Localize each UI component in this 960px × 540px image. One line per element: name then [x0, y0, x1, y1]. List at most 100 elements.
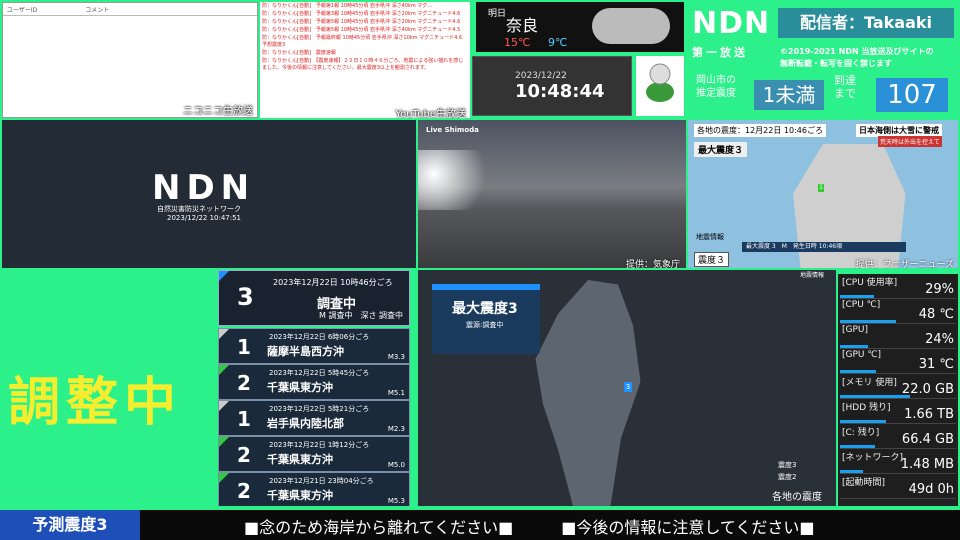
- quake-item[interactable]: 2023年12月22日 6時06分ごろ 1 薩摩半島西方沖 M3.3: [218, 328, 410, 364]
- col-user: ユーザーID: [7, 7, 38, 14]
- quake-place: 千葉県東方沖: [267, 489, 333, 502]
- stat-value: 48 ℃: [918, 307, 954, 322]
- clock-date: 2023/12/22: [515, 71, 567, 81]
- stat-value: 49d 0h: [908, 482, 954, 497]
- message-log: 防：なりかくん[自動] 予報第1報 10時45分頃 岩手県沖 深さ40km マグ…: [260, 2, 470, 118]
- intensity-point: 1: [818, 184, 824, 192]
- sun-glare: [418, 150, 498, 210]
- stat-bar: [840, 345, 868, 348]
- epicenter-point: 3: [624, 382, 632, 392]
- ndn-header: NDN 配信者：Takaaki 第一放送 ©2019-2021 NDN 当放送及…: [688, 2, 958, 116]
- arrival-label: 到達 まで: [834, 74, 856, 100]
- quake-time: 2023年12月22日 6時06分ごろ: [269, 333, 370, 341]
- comment-panel: ユーザーID コメント ニコニコ生放送: [2, 2, 258, 118]
- stat-key: [C: 残り]: [842, 428, 880, 438]
- message-log-label: YouTube生放送: [395, 109, 466, 119]
- intensity-map-label: 地震情報: [696, 233, 724, 241]
- stat-bar: [840, 295, 874, 298]
- quake-magnitude: M5.0: [387, 461, 405, 469]
- intensity-map-max: 最大震度３: [694, 142, 748, 157]
- epicenter-map: 地震情報 最大震度3 震源:調査中 3 震度3 震度2 各地の震度: [418, 270, 836, 506]
- stat-key: [ネットワーク]: [842, 453, 904, 463]
- quake-list: 2023年12月22日 10時46分ごろ 3 調査中 M 調査中 深さ 調査中 2023…: [214, 270, 414, 506]
- stat-key: [CPU 使用率]: [842, 278, 898, 288]
- map-card: 最大震度3 震源:調査中: [432, 284, 540, 354]
- stat-value: 29%: [925, 282, 954, 297]
- legend-item-3: 震度3: [778, 461, 797, 469]
- stat-value: 24%: [925, 332, 954, 347]
- stat-key: [起動時間]: [842, 478, 886, 488]
- stat-bar: [840, 445, 875, 448]
- weather-high: 15℃: [504, 36, 531, 49]
- arrival-label-1: 到達: [834, 74, 856, 87]
- quake-color-mark: [219, 365, 229, 375]
- stat-row: [CPU 使用率] 29%: [840, 274, 956, 299]
- comment-panel-label: ニコニコ生放送: [183, 106, 253, 117]
- live-camera: Live Shimoda 提供：気象庁: [418, 120, 686, 268]
- cloud-icon: [592, 8, 670, 44]
- quake-item[interactable]: 2023年12月21日 23時04分ごろ 2 千葉県東方沖 M5.3: [218, 472, 410, 506]
- okayama-intensity-label: 岡山市の 推定震度: [696, 74, 736, 100]
- quake-color-mark: [219, 437, 229, 447]
- quake-intensity: 2: [237, 479, 251, 503]
- message-item: 防：なりかくん[自動] 予報第5報 10時45分頃 岩手県沖 深さ20km マグ…: [262, 19, 461, 25]
- quake-intensity: 1: [237, 335, 251, 359]
- predicted-intensity-label: 予測震度3: [0, 510, 140, 540]
- copyright-line-2: 無断転載・転写を固く禁じます: [780, 59, 892, 68]
- ndn-video-subtitle: 自然災害防災ネットワーク: [157, 205, 241, 213]
- stat-key: [メモリ 使用]: [842, 378, 897, 388]
- quake-place: 千葉県東方沖: [267, 381, 333, 394]
- deliverer-label: 配信者：Takaaki: [778, 8, 954, 38]
- quake-place: 薩摩半島西方沖: [267, 345, 344, 358]
- message-item: 防：なりかくん[自動] 予報第3報 10時45分頃 岩手県沖 深さ20km マグ…: [262, 11, 461, 17]
- intensity-map-credit: 提供：ウェザーニューズ: [855, 260, 954, 268]
- message-item: 防：なりかくん[自動] 予報第1報 10時45分頃 岩手県沖 深さ40km マグ…: [262, 3, 433, 9]
- ndn-video: NDN 自然災害防災ネットワーク 2023/12/22 10:47:51: [2, 120, 416, 268]
- copyright: ©2019-2021 NDN 当放送及びサイトの 無断転載・転写を固く禁じます: [780, 46, 956, 70]
- snow-warning-sub: 荒天時は外出を控えて: [878, 136, 942, 147]
- quake-time: 2023年12月21日 23時04分ごろ: [269, 477, 374, 485]
- quake-magnitude: M 調査中 深さ 調査中: [319, 311, 403, 320]
- stat-bar: [840, 370, 876, 373]
- stat-row: [起動時間] 49d 0h: [840, 474, 956, 499]
- quake-time: 2023年12月22日 1時12分ごろ: [269, 441, 370, 449]
- legend-item-2: 震度2: [778, 473, 797, 481]
- stat-key: [CPU ℃]: [842, 300, 881, 310]
- copyright-line-1: ©2019-2021 NDN 当放送及びサイトの: [780, 47, 934, 56]
- first-broadcast-label: 第一放送: [692, 46, 748, 59]
- quake-place: 千葉県東方沖: [267, 453, 333, 466]
- quake-place: 岩手県内陸北部: [267, 417, 344, 430]
- quake-item[interactable]: 2023年12月22日 1時12分ごろ 2 千葉県東方沖 M5.0: [218, 436, 410, 472]
- ticker-text: ■念のため海岸から離れてください■ ■今後の情報に注意してください■: [244, 518, 815, 537]
- map-card-title: 最大震度3: [452, 301, 518, 317]
- quake-item[interactable]: 2023年12月22日 10時46分ごろ 3 調査中 M 調査中 深さ 調査中: [218, 270, 410, 326]
- map-credit: 地震情報: [800, 272, 825, 279]
- stat-value: 22.0 GB: [901, 382, 954, 397]
- mascot-image: [636, 56, 684, 116]
- intensity-map: 各地の震度：12月22日 10:46ごろ 日本海側は大雪に警戒 荒天時は外出を控…: [688, 120, 958, 268]
- quake-intensity: 2: [237, 443, 251, 467]
- quake-item[interactable]: 2023年12月22日 5時21分ごろ 1 岩手県内陸北部 M2.3: [218, 400, 410, 436]
- quake-intensity: 3: [237, 283, 254, 311]
- stat-key: [GPU ℃]: [842, 350, 881, 360]
- ndn-video-logo: NDN: [152, 168, 256, 208]
- okayama-label-2: 推定震度: [696, 88, 736, 99]
- system-stats: [CPU 使用率] 29% [CPU ℃] 48 ℃ [GPU] 24% [GPU ℃] 31…: [838, 274, 958, 506]
- stat-row: [ネットワーク] 1.48 MB: [840, 449, 956, 474]
- stat-bar: [840, 470, 864, 473]
- weather-day: 明日: [488, 9, 507, 19]
- okayama-label-1: 岡山市の: [696, 75, 736, 86]
- arrival-label-2: まで: [834, 87, 856, 100]
- stat-value: 1.48 MB: [900, 457, 954, 472]
- quake-magnitude: M2.3: [387, 425, 405, 433]
- stat-bar: [840, 395, 910, 398]
- quake-item[interactable]: 2023年12月22日 5時45分ごろ 2 千葉県東方沖 M5.1: [218, 364, 410, 400]
- camera-credit: 提供：気象庁: [625, 260, 680, 268]
- stat-row: [CPU ℃] 48 ℃: [840, 299, 956, 324]
- quake-intensity: 1: [237, 407, 251, 431]
- stat-row: [HDD 残り] 1.66 TB: [840, 399, 956, 424]
- ndn-logo: NDN: [692, 6, 771, 41]
- stat-row: [GPU] 24%: [840, 324, 956, 349]
- quake-time: 2023年12月22日 10時46分ごろ: [273, 278, 393, 287]
- stat-bar: [840, 420, 887, 423]
